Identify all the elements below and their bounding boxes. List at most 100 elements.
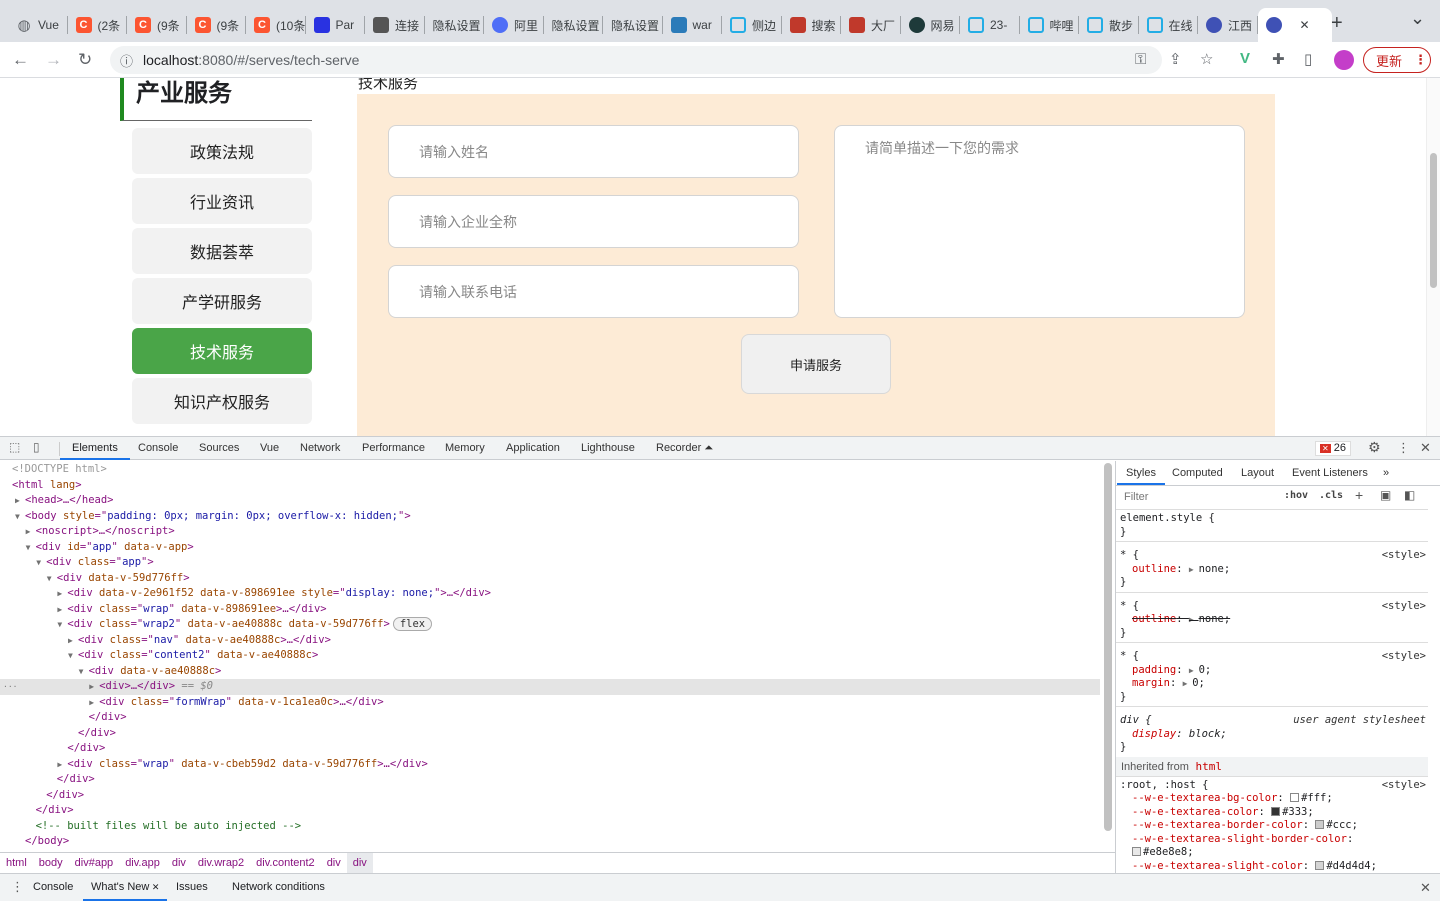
inherited-tag[interactable]: html <box>1189 760 1222 773</box>
forward-icon[interactable]: → <box>45 50 62 70</box>
css-property[interactable]: --w-e-textarea-bg-color: #fff; <box>1120 792 1424 806</box>
new-tab-button[interactable]: + <box>1331 12 1343 35</box>
breadcrumb-item[interactable]: div.content2 <box>250 857 321 869</box>
collapse-arrow-icon[interactable]: ▼ <box>26 540 31 556</box>
vue-devtools-extension-icon[interactable]: V <box>1240 50 1250 67</box>
browser-tab[interactable]: 侧边 <box>722 8 782 42</box>
info-icon[interactable]: ⓘ <box>120 51 133 70</box>
issues-badge[interactable]: ✕ 26 <box>1315 441 1352 456</box>
browser-tab[interactable]: 网易 <box>901 8 960 42</box>
elements-tree[interactable]: <!DOCTYPE html> <html lang> ▶ <head>…</head… <box>0 461 1100 852</box>
collapse-arrow-icon[interactable]: ▼ <box>47 571 52 587</box>
extensions-puzzle-icon[interactable]: ✚ <box>1272 50 1285 68</box>
css-property[interactable]: outline: ▶ none; <box>1120 613 1424 627</box>
styles-subtab[interactable]: Computed <box>1172 461 1223 485</box>
expand-arrow-icon[interactable]: ▶ <box>57 602 62 618</box>
dom-node-line[interactable]: ▶ <div class="nav" data-v-ae40888c>…</div… <box>0 633 1100 649</box>
close-devtools-icon[interactable]: ✕ <box>1420 440 1431 456</box>
back-icon[interactable]: ← <box>12 50 29 70</box>
dom-node-line[interactable]: </div> <box>0 772 1100 788</box>
rule-source[interactable]: <style> <box>1382 549 1426 563</box>
breadcrumb-item[interactable]: div <box>166 857 192 869</box>
dom-node-line[interactable]: </div> <box>0 788 1100 804</box>
cls-toggle[interactable]: .cls <box>1319 490 1343 501</box>
browser-tab[interactable]: 江西 <box>1198 8 1258 42</box>
close-tab-icon[interactable]: ✕ <box>1300 18 1310 32</box>
dom-node-line[interactable]: ▶ <div class="formWrap" data-v-1ca1ea0c>…… <box>0 695 1100 711</box>
collapse-arrow-icon[interactable]: ▼ <box>68 648 73 664</box>
dom-node-line[interactable]: ▶ <div data-v-2e961f52 data-v-898691ee st… <box>0 586 1100 602</box>
browser-tab[interactable]: 大厂 <box>841 8 901 42</box>
css-property[interactable]: display: block; <box>1120 728 1424 742</box>
css-rule[interactable]: * {<style> padding: ▶ 0; margin: ▶ 0;} <box>1116 648 1428 707</box>
devtools-tab-sources[interactable]: Sources <box>199 437 239 460</box>
toggle-sidebar-icon[interactable]: ◧ <box>1404 488 1415 502</box>
close-drawer-icon[interactable]: ✕ <box>1420 880 1431 896</box>
color-swatch[interactable] <box>1290 793 1300 802</box>
name-input[interactable]: 请输入姓名 <box>388 125 799 178</box>
browser-tab[interactable]: 在线 <box>1139 8 1198 42</box>
devtools-tab-performance[interactable]: Performance <box>362 437 425 460</box>
device-toggle-icon[interactable]: ▯ <box>33 440 40 454</box>
drawer-tab[interactable]: Issues <box>176 874 208 901</box>
dom-node-line[interactable]: </div> <box>0 710 1100 726</box>
dom-node-line[interactable]: ▶ <noscript>…</noscript> <box>0 524 1100 540</box>
breadcrumb-item[interactable]: div#app <box>69 857 120 869</box>
dom-node-line[interactable]: ▼ <div data-v-59d776ff> <box>0 571 1100 587</box>
dom-node-line[interactable]: </div> <box>0 726 1100 742</box>
side-panel-icon[interactable]: ▯ <box>1304 50 1312 68</box>
settings-gear-icon[interactable]: ⚙ <box>1368 439 1381 456</box>
browser-tab[interactable]: 哔哩 <box>1020 8 1079 42</box>
dom-node-line[interactable]: ▼ <div data-v-ae40888c> <box>0 664 1100 680</box>
drawer-menu-icon[interactable]: ⋮ <box>11 879 24 895</box>
css-property[interactable]: margin: ▶ 0; <box>1120 677 1424 691</box>
company-input[interactable]: 请输入企业全称 <box>388 195 799 248</box>
collapse-arrow-icon[interactable]: ▼ <box>57 617 62 633</box>
css-property[interactable]: padding: ▶ 0; <box>1120 664 1424 678</box>
page-scrollbar[interactable] <box>1426 78 1440 436</box>
nav-item[interactable]: 行业资讯 <box>132 178 312 224</box>
key-icon[interactable]: ⚿ <box>1135 51 1146 68</box>
apply-service-button[interactable]: 申请服务 <box>741 334 891 394</box>
expand-arrow-icon[interactable]: ▶ <box>89 679 94 695</box>
dom-node-line[interactable]: </body> <box>0 834 1100 850</box>
color-swatch[interactable] <box>1132 847 1141 856</box>
close-tab-icon[interactable]: ✕ <box>149 882 160 892</box>
rule-source[interactable]: <style> <box>1382 600 1426 614</box>
update-button[interactable]: 更新 ⋮ <box>1363 47 1431 73</box>
breadcrumb-item[interactable]: div <box>346 852 373 873</box>
devtools-tab-lighthouse[interactable]: Lighthouse <box>581 437 635 460</box>
dom-node-line[interactable]: </div> <box>0 741 1100 757</box>
browser-tab[interactable]: 隐私设置 <box>425 8 484 42</box>
collapse-arrow-icon[interactable]: ▼ <box>15 509 20 525</box>
nav-item[interactable]: 数据荟萃 <box>132 228 312 274</box>
breadcrumb-item[interactable]: div.app <box>119 857 166 869</box>
dom-node-line[interactable]: ▼ <div class="content2" data-v-ae40888c> <box>0 648 1100 664</box>
styles-subtab[interactable]: Event Listeners <box>1292 461 1368 485</box>
browser-tab[interactable]: Par <box>306 8 365 42</box>
profile-avatar[interactable] <box>1334 50 1354 70</box>
expand-arrow-icon[interactable]: ▶ <box>1189 565 1199 574</box>
css-property[interactable]: --w-e-textarea-slight-color: #d4d4d4; <box>1120 860 1424 874</box>
inspect-element-icon[interactable]: ⬚ <box>9 440 20 454</box>
breadcrumb-item[interactable]: div <box>321 857 347 869</box>
browser-tab[interactable]: 搜索 <box>782 8 841 42</box>
nav-item[interactable]: 知识产权服务 <box>132 378 312 424</box>
dom-node-line[interactable]: <html lang> <box>0 478 1100 494</box>
styles-subtab[interactable]: Styles <box>1117 461 1165 485</box>
browser-tab[interactable]: C (9条 <box>187 8 246 42</box>
phone-input[interactable]: 请输入联系电话 <box>388 265 799 318</box>
expand-arrow-icon[interactable]: ▶ <box>89 695 94 711</box>
url-field[interactable]: ⓘ localhost:8080/#/serves/tech-serve ⚿ <box>110 46 1162 74</box>
css-property[interactable]: --w-e-textarea-color: #333; <box>1120 806 1424 820</box>
menu-kebab-icon[interactable]: ⋮ <box>1414 52 1427 68</box>
add-rule-icon[interactable]: + <box>1355 487 1363 503</box>
styles-subtab[interactable]: » <box>1383 461 1389 485</box>
expand-arrow-icon[interactable]: ▶ <box>57 586 62 602</box>
expand-arrow-icon[interactable]: ▶ <box>26 524 31 540</box>
color-swatch[interactable] <box>1315 820 1325 829</box>
tab-search-chevron-icon[interactable]: ⌄ <box>1410 8 1425 29</box>
devtools-tab-vue[interactable]: Vue <box>260 437 279 460</box>
devtools-tab-recorder[interactable]: Recorder ⏶ <box>656 437 713 460</box>
browser-tab[interactable]: ✕ <box>1257 8 1332 42</box>
